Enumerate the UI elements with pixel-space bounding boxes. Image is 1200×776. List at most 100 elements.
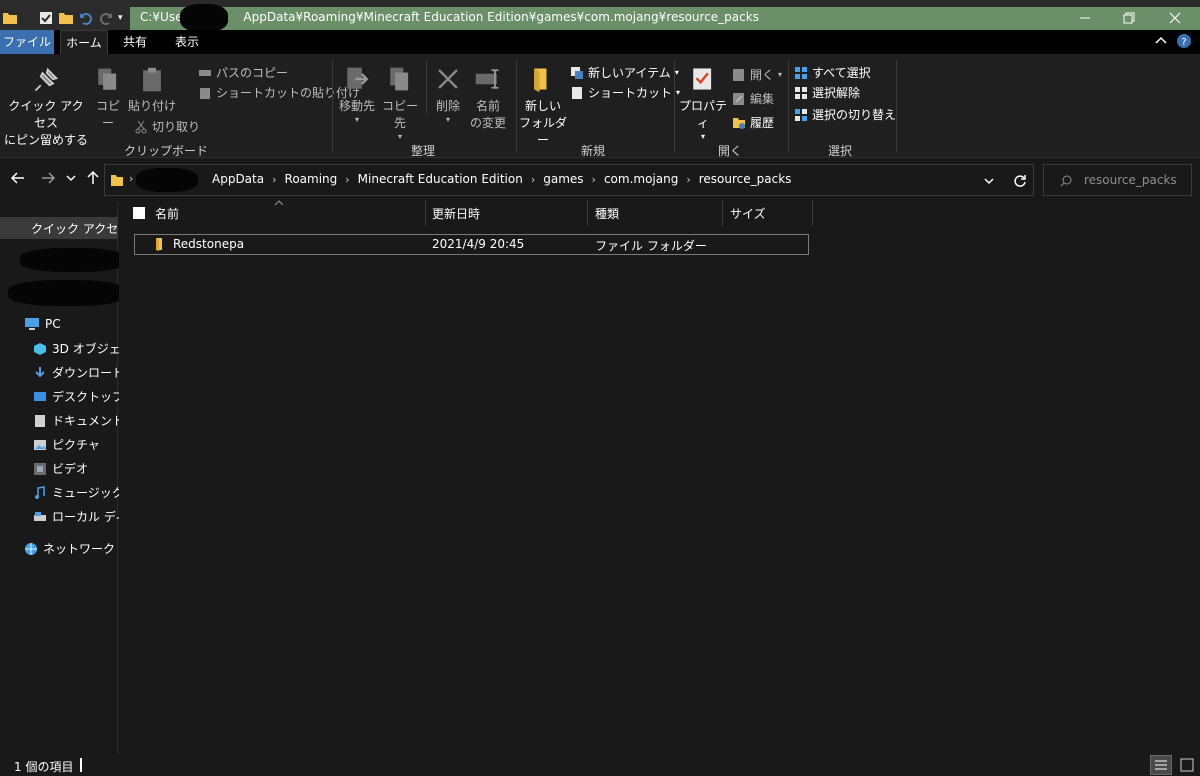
nav-videos[interactable]: ビデオ: [33, 460, 88, 477]
breadcrumb-item[interactable]: Roaming: [285, 172, 338, 186]
breadcrumb-chevron-icon[interactable]: ›: [686, 173, 690, 186]
cut-button[interactable]: 切り取り: [134, 118, 200, 135]
select-all-button[interactable]: すべて選択: [794, 64, 871, 81]
customize-dropdown-icon[interactable]: ▾: [118, 10, 134, 26]
breadcrumb-chevron-icon[interactable]: ›: [345, 173, 349, 186]
back-button[interactable]: [10, 170, 26, 190]
column-divider[interactable]: [587, 200, 588, 226]
breadcrumb-item[interactable]: AppData: [212, 172, 264, 186]
breadcrumb-item[interactable]: Minecraft Education Edition: [358, 172, 523, 186]
select-none-button[interactable]: 選択解除: [794, 84, 860, 101]
new-item-button[interactable]: 新しいアイテム ▾: [570, 64, 679, 81]
ribbon-controls: ?: [1154, 33, 1192, 49]
tab-file[interactable]: ファイル: [0, 30, 54, 54]
history-button[interactable]: 履歴: [732, 114, 774, 131]
open-icon: [733, 68, 744, 81]
nav-music[interactable]: ミュージック: [33, 484, 124, 501]
delete-dropdown-icon: ▾: [445, 115, 450, 124]
tab-share[interactable]: 共有: [112, 30, 158, 54]
edit-button[interactable]: 編集: [732, 90, 774, 107]
column-header-type[interactable]: 種類: [595, 206, 619, 228]
column-header-modified[interactable]: 更新日時: [432, 206, 480, 228]
folder-icon: [156, 238, 162, 251]
select-all-checkbox[interactable]: [133, 207, 145, 219]
copy-to-button[interactable]: コピー先 ▾: [380, 64, 420, 142]
ribbon-separator: [896, 60, 897, 152]
new-item-label: 新しいアイテム: [588, 66, 671, 80]
help-icon[interactable]: ?: [1176, 33, 1192, 49]
column-divider[interactable]: [722, 200, 723, 226]
column-divider[interactable]: [812, 200, 813, 226]
rename-button[interactable]: 名前 の変更: [468, 64, 508, 132]
details-view-button[interactable]: [1150, 755, 1172, 775]
nav-pictures[interactable]: ピクチャ: [33, 436, 100, 453]
up-button[interactable]: [85, 170, 101, 190]
address-dropdown-icon[interactable]: [983, 175, 995, 187]
redo-icon[interactable]: [98, 10, 114, 26]
copy-button[interactable]: コピー: [92, 66, 124, 132]
new-folder-icon[interactable]: [58, 10, 74, 26]
invert-selection-icon: [795, 108, 807, 121]
breadcrumb-item[interactable]: games: [543, 172, 583, 186]
nav-documents[interactable]: ドキュメント: [33, 412, 124, 429]
easy-access-button[interactable]: ショートカット ▾: [570, 84, 680, 101]
nav-desktop[interactable]: デスクトップ: [33, 388, 124, 405]
tab-home[interactable]: ホーム: [60, 30, 108, 54]
collapse-ribbon-icon[interactable]: [1154, 34, 1168, 48]
invert-selection-button[interactable]: 選択の切り替え: [794, 106, 896, 123]
column-divider[interactable]: [425, 200, 426, 226]
properties-check-icon[interactable]: [38, 10, 54, 26]
properties-button[interactable]: プロパティ ▾: [678, 64, 728, 142]
shortcut-icon: [572, 86, 582, 99]
search-input[interactable]: resource_packsの...: [1043, 164, 1192, 217]
nav-quick-access[interactable]: クイック アクセス: [0, 217, 130, 239]
picture-icon: [34, 439, 46, 450]
refresh-icon[interactable]: [1013, 174, 1027, 188]
paste-button[interactable]: 貼り付け: [128, 66, 176, 115]
nav-pc[interactable]: PC: [24, 317, 61, 331]
column-header-size[interactable]: サイズ: [730, 206, 766, 228]
pin-label-line2: にピン留めする: [4, 133, 89, 147]
breadcrumb-item[interactable]: resource_packs: [699, 172, 792, 186]
redacted-username: [180, 4, 228, 32]
ribbon: クイック アクセス にピン留めする コピー 貼り付け パスのコピー ショートカッ…: [0, 54, 1200, 158]
copy-path-label: パスのコピー: [216, 66, 289, 80]
delete-button[interactable]: 削除 ▾: [432, 64, 464, 125]
organize-group-label: 整理: [410, 144, 435, 158]
quick-access-toolbar: ▾: [0, 8, 134, 28]
large-icons-view-button[interactable]: [1176, 755, 1198, 775]
pin-icon: [34, 67, 59, 92]
breadcrumb-chevron-icon[interactable]: ›: [531, 173, 535, 186]
rename-label-line1: 名前: [475, 99, 500, 113]
open-group-label: 開く: [717, 144, 742, 158]
new-folder-button[interactable]: 新しい フォルダー: [518, 64, 568, 149]
breadcrumb-chevron-icon[interactable]: ›: [272, 173, 276, 186]
ribbon-separator: [332, 60, 333, 152]
clipboard-group-label: クリップボード: [123, 144, 208, 158]
undo-icon[interactable]: [78, 10, 94, 26]
move-to-button[interactable]: 移動先 ▾: [338, 64, 376, 125]
pin-to-quick-access-button[interactable]: クイック アクセス にピン留めする: [4, 66, 88, 149]
nav-desktop-label: デスクトップ: [52, 390, 125, 404]
breadcrumb-item[interactable]: com.mojang: [604, 172, 678, 186]
redacted-item: [8, 280, 126, 306]
paste-shortcut-button[interactable]: ショートカットの貼り付け: [198, 84, 360, 101]
forward-arrow-icon: [42, 172, 56, 184]
scissors-icon: [135, 120, 147, 133]
nav-network[interactable]: ネットワーク: [24, 540, 115, 557]
tab-view[interactable]: 表示: [164, 30, 210, 54]
forward-button[interactable]: [40, 170, 56, 190]
copy-label: コピー: [95, 99, 120, 130]
ribbon-separator: [674, 60, 675, 152]
rename-label-line2: の変更: [469, 116, 506, 130]
network-icon: [25, 542, 37, 555]
move-to-dropdown-icon: ▾: [354, 115, 359, 124]
open-button[interactable]: 開く ▾: [732, 66, 782, 83]
nav-downloads[interactable]: ダウンロード: [33, 364, 124, 381]
properties-label: プロパティ: [678, 99, 727, 130]
invert-selection-label: 選択の切り替え: [812, 108, 897, 122]
column-header-name[interactable]: 名前: [155, 206, 179, 228]
breadcrumb-chevron-icon[interactable]: ›: [592, 173, 596, 186]
copy-path-button[interactable]: パスのコピー: [198, 64, 288, 81]
recent-locations-button[interactable]: [65, 170, 77, 190]
